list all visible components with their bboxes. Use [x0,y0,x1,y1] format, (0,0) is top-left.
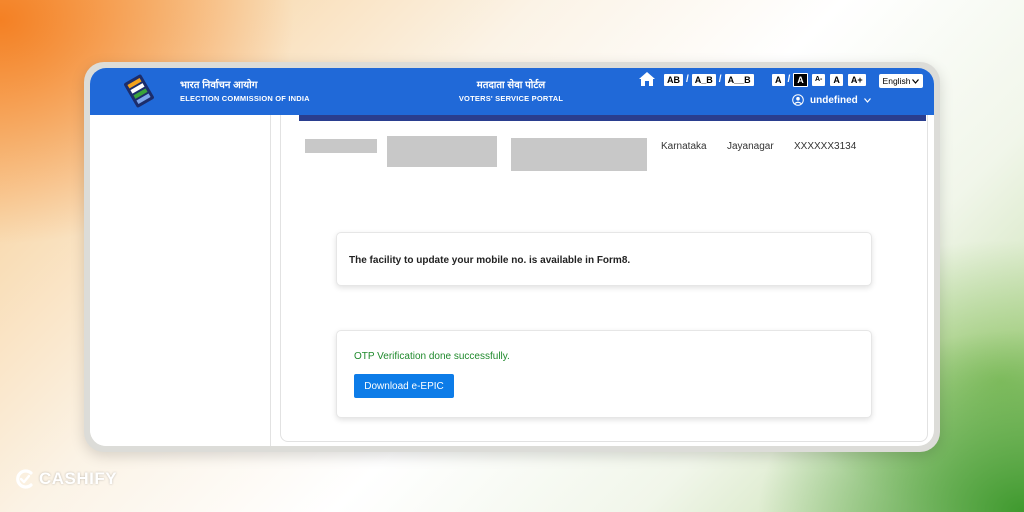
font-decrease-button[interactable]: A- [812,73,826,86]
normal-contrast-button[interactable]: A [772,73,785,86]
spacing-toolbar: AB / A_B / A__B [664,73,754,86]
user-menu[interactable]: undefined [792,94,871,106]
otp-success-card: OTP Verification done successfully. Down… [336,330,872,418]
sidebar [90,115,271,446]
toolbar-separator: / [718,74,722,85]
device-frame: भारत निर्वाचन आयोग ELECTION COMMISSION O… [84,62,940,452]
username-label: undefined [810,94,858,106]
font-increase-button[interactable]: A+ [847,73,866,86]
redacted-field [387,136,497,167]
font-size-toolbar: A- A A+ [812,73,866,86]
home-icon[interactable] [638,71,656,87]
contrast-toolbar: A / A [772,72,808,87]
user-icon [792,94,804,106]
high-contrast-button[interactable]: A [793,72,808,87]
toolbar-separator: / [686,74,689,85]
chevron-down-icon [912,78,920,84]
header-bar: भारत निर्वाचन आयोग ELECTION COMMISSION O… [90,68,934,115]
state-value: Karnataka [661,141,707,152]
cashify-watermark: CASHIFY [14,468,117,490]
language-label: English [882,76,911,86]
org-name-hindi: भारत निर्वाचन आयोग [180,80,258,91]
mobile-update-notice-text: The facility to update your mobile no. i… [349,255,631,266]
portal-name-english: VOTERS' SERVICE PORTAL [458,94,564,103]
spacing-a--b-button[interactable]: A__B [724,73,754,86]
ballot-logo-icon[interactable] [122,74,156,108]
download-epic-button[interactable]: Download e-EPIC [354,374,454,398]
spacing-a-b-button[interactable]: A_B [691,73,716,86]
browser-screen: भारत निर्वाचन आयोग ELECTION COMMISSION O… [90,68,934,446]
chevron-down-icon [863,97,871,103]
spacing-ab-button[interactable]: AB [664,73,683,86]
otp-success-message: OTP Verification done successfully. [354,351,510,362]
language-select[interactable]: English [879,74,923,88]
cashify-watermark-text: CASHIFY [39,469,118,488]
section-header-strip [299,115,926,121]
constituency-value: Jayanagar [727,141,774,152]
org-name-english: ELECTION COMMISSION OF INDIA [180,94,310,103]
font-normal-button[interactable]: A [830,73,843,86]
toolbar-separator: / [787,74,791,85]
mobile-update-notice-card: The facility to update your mobile no. i… [336,232,872,286]
epic-number-value: XXXXXX3134 [794,141,857,152]
cashify-logo-icon [16,469,33,489]
portal-name-hindi: मतदाता सेवा पोर्टल [476,80,546,91]
redacted-field [305,139,377,153]
redacted-field [511,138,647,171]
